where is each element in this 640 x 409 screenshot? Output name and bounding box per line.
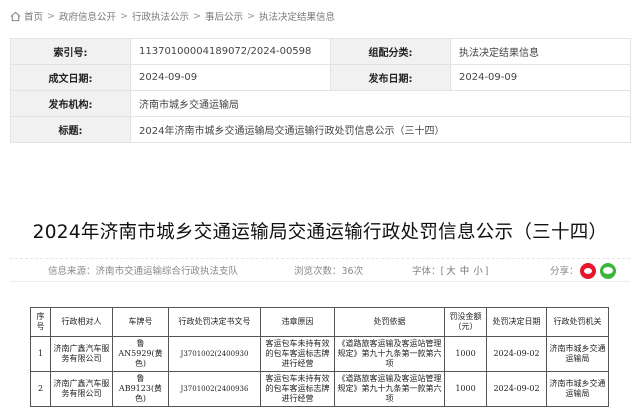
font-large-button[interactable]: 大 (446, 266, 456, 277)
date-label: 成文日期: (10, 64, 131, 91)
breadcrumb-separator: > (120, 10, 128, 22)
col-header: 行政处罚决定书文号 (168, 307, 261, 337)
title-label: 标题: (10, 116, 131, 143)
cell-decision-no: J3701002(2400930 (168, 336, 261, 372)
cell-decision-no: J3701002(2400936 (168, 371, 261, 407)
breadcrumb-gov-info[interactable]: 政府信息公开 (59, 9, 116, 23)
breadcrumb-separator: > (246, 10, 255, 22)
font-label: 字体：[ (412, 266, 445, 277)
pubdate-value: 2024-09-09 (450, 64, 631, 91)
info-source: 信息来源：济南市交通运输综合行政执法支队 (48, 266, 239, 277)
cell-index: 1 (30, 336, 51, 372)
cell-basis: 《道路旅客运输及客运站管理规定》第九十九条第一款第六项 (334, 336, 445, 372)
article-info-bar: 信息来源：济南市交通运输综合行政执法支队 浏览次数：36次 字体：[大中小] 分… (10, 258, 630, 282)
font-small-button[interactable]: 小 (473, 266, 483, 277)
category-value: 执法决定结果信息 (450, 38, 631, 65)
font-size-switcher: 字体：[大中小] (412, 263, 488, 277)
table-header-row: 序号 行政相对人 车牌号 行政处罚决定书文号 违章原因 处罚依据 罚没金额（元）… (30, 307, 609, 337)
col-header: 违章原因 (260, 307, 335, 337)
cell-index: 2 (30, 371, 51, 407)
font-end: ] (484, 266, 489, 277)
breadcrumb-separator: > (47, 10, 55, 22)
cell-basis: 《道路旅客运输及客运站管理规定》第九十九条第一款第六项 (334, 371, 445, 407)
cell-date: 2024-09-02 (486, 336, 547, 372)
breadcrumb: 首页 > 政府信息公开 > 行政执法公示 > 事后公示 > 执法决定结果信息 (10, 7, 335, 25)
view-count: 浏览次数：36次 (294, 266, 364, 277)
index-value: 11370100004189072/2024-00598 (130, 38, 331, 65)
cell-plate: 鲁AB9123(黄色) (112, 371, 169, 407)
cell-amount: 1000 (444, 336, 487, 372)
col-header: 行政处罚机关 (546, 307, 609, 337)
org-value: 济南市城乡交通运输局 (130, 90, 631, 117)
col-header: 处罚决定日期 (486, 307, 547, 337)
cell-authority: 济南市城乡交通运输局 (546, 336, 609, 372)
cell-reason: 客运包车未持有效的包车客运标志牌进行经营 (260, 371, 335, 407)
col-header: 行政相对人 (50, 307, 113, 337)
breadcrumb-separator: > (192, 10, 201, 22)
font-medium-button[interactable]: 中 (460, 266, 470, 277)
cell-date: 2024-09-02 (486, 371, 547, 407)
cell-plate: 鲁AN5929(黄色) (112, 336, 169, 372)
org-label: 发布机构: (10, 90, 131, 117)
index-label: 索引号: (10, 38, 131, 65)
title-value: 2024年济南市城乡交通运输局交通运输行政处罚信息公示（三十四） (130, 116, 631, 143)
date-value: 2024-09-09 (130, 64, 331, 91)
cell-party: 济南广鑫汽车服务有限公司 (50, 371, 113, 407)
col-header: 处罚依据 (334, 307, 445, 337)
article-title: 2024年济南市城乡交通运输局交通运输行政处罚信息公示（三十四） (32, 222, 608, 243)
table-row: 1 济南广鑫汽车服务有限公司 鲁AN5929(黄色) J3701002(2400… (30, 336, 609, 372)
share-label: 分享： (550, 266, 579, 277)
col-header: 罚没金额（元） (444, 307, 487, 337)
category-label: 组配分类: (330, 38, 451, 65)
document-meta-table: 索引号: 11370100004189072/2024-00598 组配分类: … (10, 38, 631, 143)
col-header: 车牌号 (112, 307, 169, 337)
col-header: 序号 (30, 307, 51, 337)
table-row: 2 济南广鑫汽车服务有限公司 鲁AB9123(黄色) J3701002(2400… (30, 371, 609, 407)
breadcrumb-enforcement[interactable]: 行政执法公示 (132, 9, 189, 23)
home-icon[interactable] (10, 11, 21, 22)
cell-amount: 1000 (444, 371, 487, 407)
cell-authority: 济南市城乡交通运输局 (546, 371, 609, 407)
breadcrumb-current[interactable]: 执法决定结果信息 (259, 9, 335, 23)
penalty-table: 序号 行政相对人 车牌号 行政处罚决定书文号 违章原因 处罚依据 罚没金额（元）… (30, 307, 609, 407)
pubdate-label: 发布日期: (330, 64, 451, 91)
wechat-icon[interactable] (600, 263, 616, 279)
cell-reason: 客运包车未持有效的包车客运标志牌进行经营 (260, 336, 335, 372)
weibo-icon[interactable] (580, 263, 596, 279)
breadcrumb-home[interactable]: 首页 (24, 9, 43, 23)
cell-party: 济南广鑫汽车服务有限公司 (50, 336, 113, 372)
breadcrumb-post-publicity[interactable]: 事后公示 (205, 9, 243, 23)
